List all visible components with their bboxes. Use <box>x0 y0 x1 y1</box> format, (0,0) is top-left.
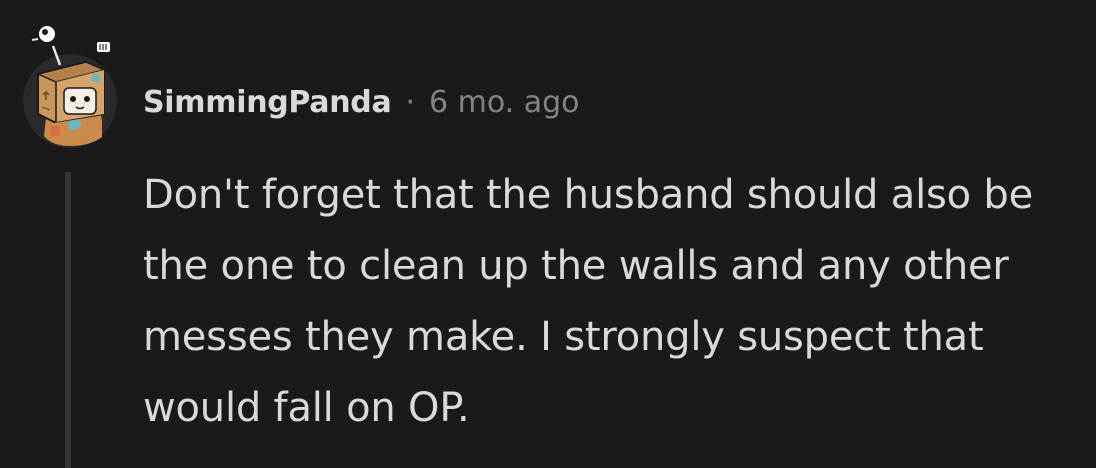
snoo-box-avatar-icon <box>23 24 117 148</box>
meta-separator: · <box>405 84 415 120</box>
comment-timestamp[interactable]: 6 mo. ago <box>429 85 580 120</box>
thread-line[interactable] <box>65 172 71 468</box>
comment-header: SimmingPanda · 6 mo. ago <box>143 80 580 124</box>
comment-body: Don't forget that the husband should als… <box>143 172 1034 431</box>
comment: SimmingPanda · 6 mo. ago Don't forget th… <box>0 0 1096 468</box>
username-link[interactable]: SimmingPanda <box>143 85 392 120</box>
user-avatar[interactable] <box>20 22 122 148</box>
